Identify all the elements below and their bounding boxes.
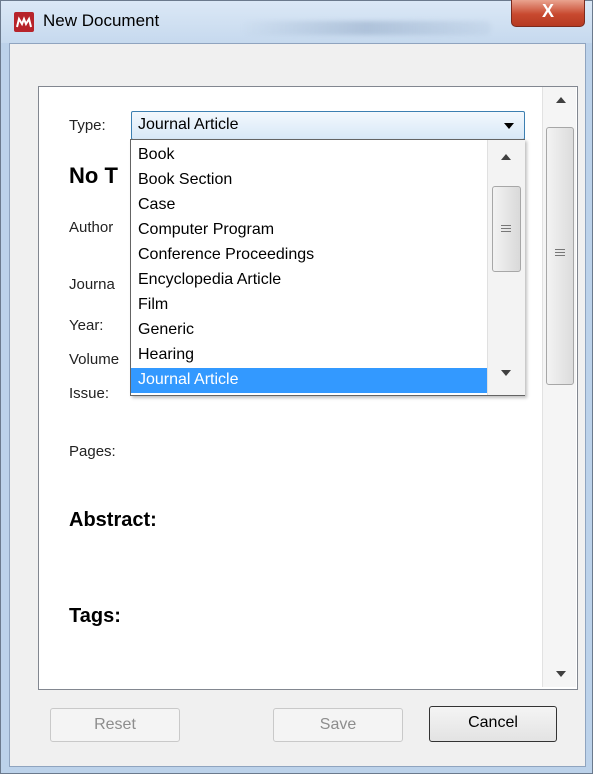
type-option-book[interactable]: Book <box>131 143 487 168</box>
type-option-hearing[interactable]: Hearing <box>131 343 487 368</box>
type-select-value: Journal Article <box>138 116 239 133</box>
type-option-encyclopedia-article[interactable]: Encyclopedia Article <box>131 268 487 293</box>
cancel-button[interactable]: Cancel <box>429 706 557 742</box>
option-label: Case <box>138 196 176 213</box>
dropdown-scroll-down-icon[interactable] <box>501 370 511 376</box>
field-label-year: Year: <box>69 317 104 334</box>
close-button[interactable]: X <box>511 0 585 27</box>
close-icon: X <box>541 1 554 21</box>
cancel-button-label: Cancel <box>468 714 518 731</box>
chevron-down-icon[interactable] <box>504 123 514 129</box>
type-option-book-section[interactable]: Book Section <box>131 168 487 193</box>
option-label: Book <box>138 146 175 163</box>
type-dropdown-list[interactable]: Book Book Section Case Computer Program … <box>130 139 525 396</box>
grip-line <box>501 225 511 226</box>
dropdown-scroll-up-icon[interactable] <box>501 154 511 160</box>
option-label: Generic <box>138 321 195 338</box>
option-label: Book Section <box>138 171 233 188</box>
scroll-up-icon[interactable] <box>556 97 566 103</box>
field-label-pages: Pages: <box>69 443 116 460</box>
scrollbar-thumb[interactable] <box>546 127 574 385</box>
grip-line <box>555 252 565 253</box>
title-bar[interactable]: New Document X <box>1 0 592 43</box>
type-option-journal-article[interactable]: Journal Article <box>131 368 487 393</box>
type-option-case[interactable]: Case <box>131 193 487 218</box>
type-option-computer-program[interactable]: Computer Program <box>131 218 487 243</box>
reset-button[interactable]: Reset <box>50 708 180 742</box>
mendeley-icon <box>14 12 34 32</box>
field-label-authors: Author <box>69 219 114 236</box>
type-label: Type: <box>69 117 106 134</box>
type-select[interactable]: Journal Article <box>131 111 525 140</box>
option-label: Journal Article <box>138 371 239 388</box>
grip-line <box>555 249 565 250</box>
option-label: Computer Program <box>138 221 275 238</box>
title-glass-blur <box>241 21 491 35</box>
field-label-volume: Volume <box>69 351 120 368</box>
save-button[interactable]: Save <box>273 708 403 742</box>
type-option-conference-proceedings[interactable]: Conference Proceedings <box>131 243 487 268</box>
abstract-heading: Abstract: <box>69 509 157 531</box>
grip-line <box>555 255 565 256</box>
scroll-down-icon[interactable] <box>556 671 566 677</box>
dropdown-scrollbar-thumb[interactable] <box>492 186 521 272</box>
option-label: Film <box>138 296 169 313</box>
field-label-issue: Issue: <box>69 385 110 402</box>
document-title[interactable]: No T <box>69 163 118 189</box>
type-option-film[interactable]: Film <box>131 293 487 318</box>
reset-button-label: Reset <box>94 716 136 733</box>
grip-line <box>501 231 511 232</box>
option-label: Hearing <box>138 346 195 363</box>
tags-heading: Tags: <box>69 605 121 627</box>
type-option-generic[interactable]: Generic <box>131 318 487 343</box>
dropdown-scrollbar[interactable] <box>487 140 525 395</box>
option-label: Encyclopedia Article <box>138 271 282 288</box>
field-label-journal: Journa <box>69 276 115 293</box>
option-label: Conference Proceedings <box>138 246 315 263</box>
form-scrollbar[interactable] <box>542 87 576 687</box>
save-button-label: Save <box>319 716 357 733</box>
grip-line <box>501 228 511 229</box>
window-title: New Document <box>43 11 160 30</box>
